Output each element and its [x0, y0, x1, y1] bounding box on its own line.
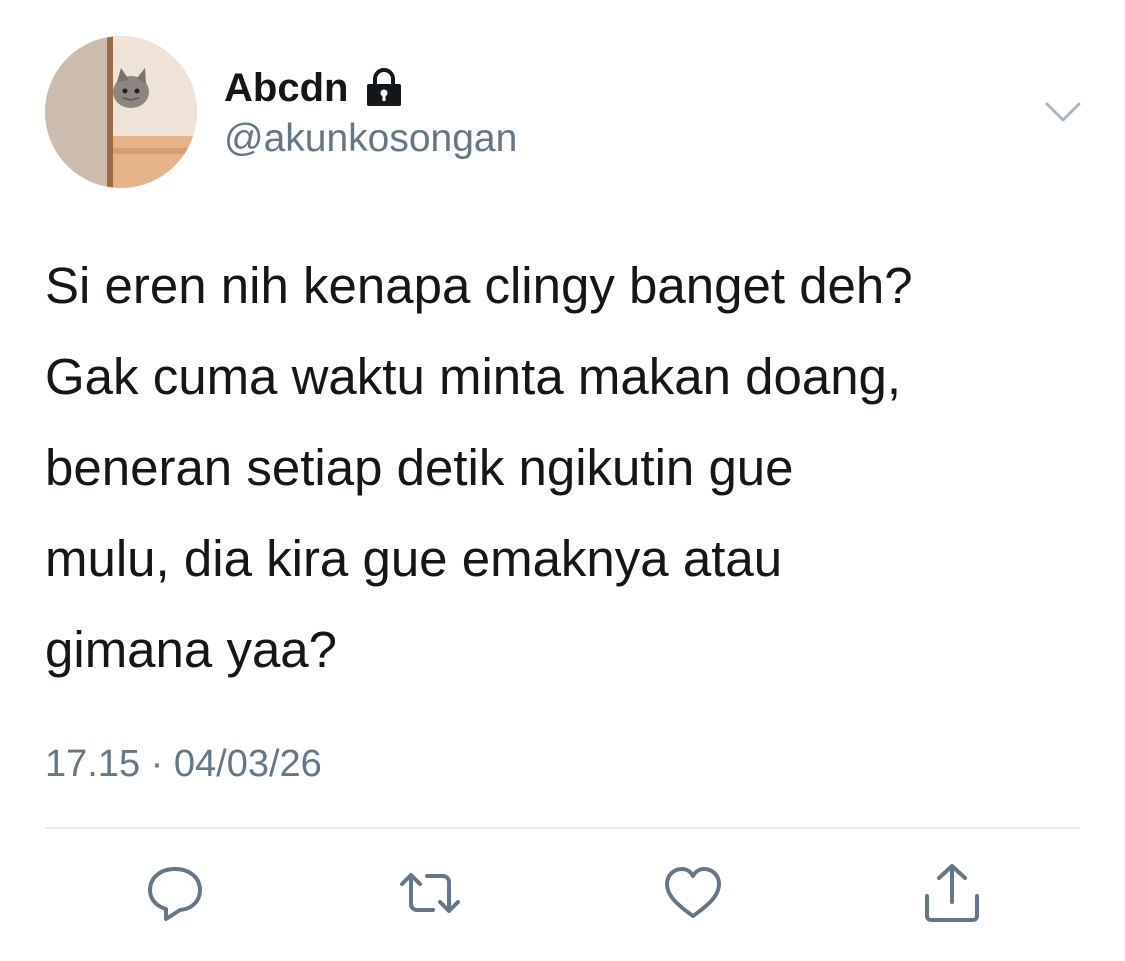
reply-button[interactable] [144, 862, 206, 924]
share-button[interactable] [921, 862, 983, 924]
display-name[interactable]: Abcdn [224, 66, 348, 111]
reply-icon [148, 867, 202, 921]
like-button[interactable] [662, 862, 724, 924]
chevron-down-icon[interactable] [1041, 96, 1085, 132]
heart-icon [665, 867, 721, 918]
author-handle[interactable]: @akunkosongan [224, 117, 517, 161]
retweet-icon [400, 873, 460, 913]
tweet-text: Si eren nih kenapa clingy banget deh? Ga… [45, 257, 913, 678]
retweet-button[interactable] [399, 862, 461, 924]
lock-icon [362, 66, 406, 110]
tweet-timestamp[interactable]: 17.15 · 04/03/26 [45, 743, 322, 786]
avatar[interactable] [45, 36, 197, 188]
share-icon [925, 864, 979, 922]
author-name-row: Abcdn [224, 63, 406, 113]
divider [45, 827, 1080, 829]
avatar-image [45, 36, 197, 188]
